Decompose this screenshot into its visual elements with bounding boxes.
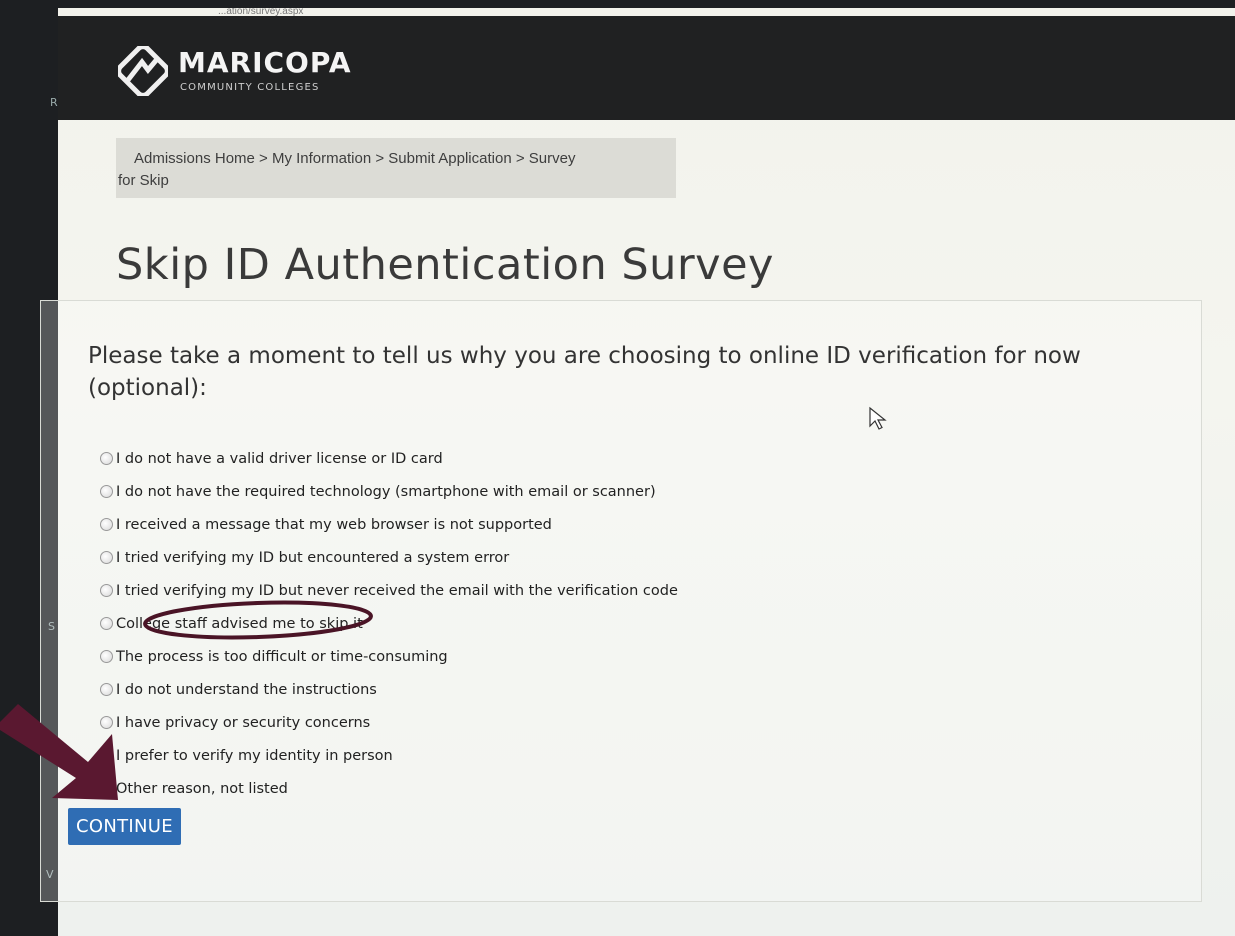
continue-button[interactable]: CONTINUE (68, 808, 181, 845)
option-label: I do not have the required technology (s… (116, 483, 656, 500)
radio-button[interactable] (100, 452, 113, 465)
breadcrumb-line-1[interactable]: Admissions Home > My Information > Submi… (116, 148, 676, 170)
maricopa-logo-icon[interactable] (118, 46, 168, 96)
survey-option[interactable]: I tried verifying my ID but encountered … (100, 541, 678, 574)
option-label: I do not have a valid driver license or … (116, 450, 443, 467)
radio-button[interactable] (100, 485, 113, 498)
option-label: The process is too difficult or time-con… (116, 648, 448, 665)
survey-option[interactable]: I do not understand the instructions (100, 673, 678, 706)
radio-button[interactable] (100, 617, 113, 630)
survey-option[interactable]: Other reason, not listed (100, 772, 678, 805)
option-label: I have privacy or security concerns (116, 714, 371, 731)
option-label: I prefer to verify my identity in person (116, 747, 393, 764)
survey-option[interactable]: The process is too difficult or time-con… (100, 640, 678, 673)
option-label: I received a message that my web browser… (116, 516, 552, 533)
option-label: I tried verifying my ID but encountered … (116, 549, 510, 566)
page-title: Skip ID Authentication Survey (116, 240, 774, 290)
survey-option[interactable]: I received a message that my web browser… (100, 508, 678, 541)
address-bar[interactable]: ...ation/survey.aspx (218, 8, 1018, 16)
edge-char-r: R (50, 96, 58, 109)
brand-name[interactable]: MARICOPA (178, 46, 351, 79)
radio-button[interactable] (100, 650, 113, 663)
option-label: I tried verifying my ID but never receiv… (116, 582, 678, 599)
radio-button[interactable] (100, 683, 113, 696)
breadcrumb: Admissions Home > My Information > Submi… (116, 138, 676, 198)
radio-button[interactable] (100, 518, 113, 531)
survey-option[interactable]: I do not have a valid driver license or … (100, 442, 678, 475)
radio-button[interactable] (100, 551, 113, 564)
option-label: Other reason, not listed (116, 780, 288, 797)
radio-button[interactable] (100, 584, 113, 597)
survey-option[interactable]: I have privacy or security concerns (100, 706, 678, 739)
brand-subtitle: COMMUNITY COLLEGES (180, 82, 320, 93)
survey-option[interactable]: I do not have the required technology (s… (100, 475, 678, 508)
option-label: I do not understand the instructions (116, 681, 377, 698)
annotation-oval-icon (143, 600, 373, 640)
survey-prompt: Please take a moment to tell us why you … (88, 343, 1081, 401)
annotation-arrow-icon (0, 704, 118, 800)
mouse-cursor-icon (869, 406, 887, 430)
site-header: MARICOPA COMMUNITY COLLEGES (58, 16, 1235, 120)
breadcrumb-line-2: for Skip (118, 172, 169, 189)
survey-option[interactable]: I prefer to verify my identity in person (100, 739, 678, 772)
